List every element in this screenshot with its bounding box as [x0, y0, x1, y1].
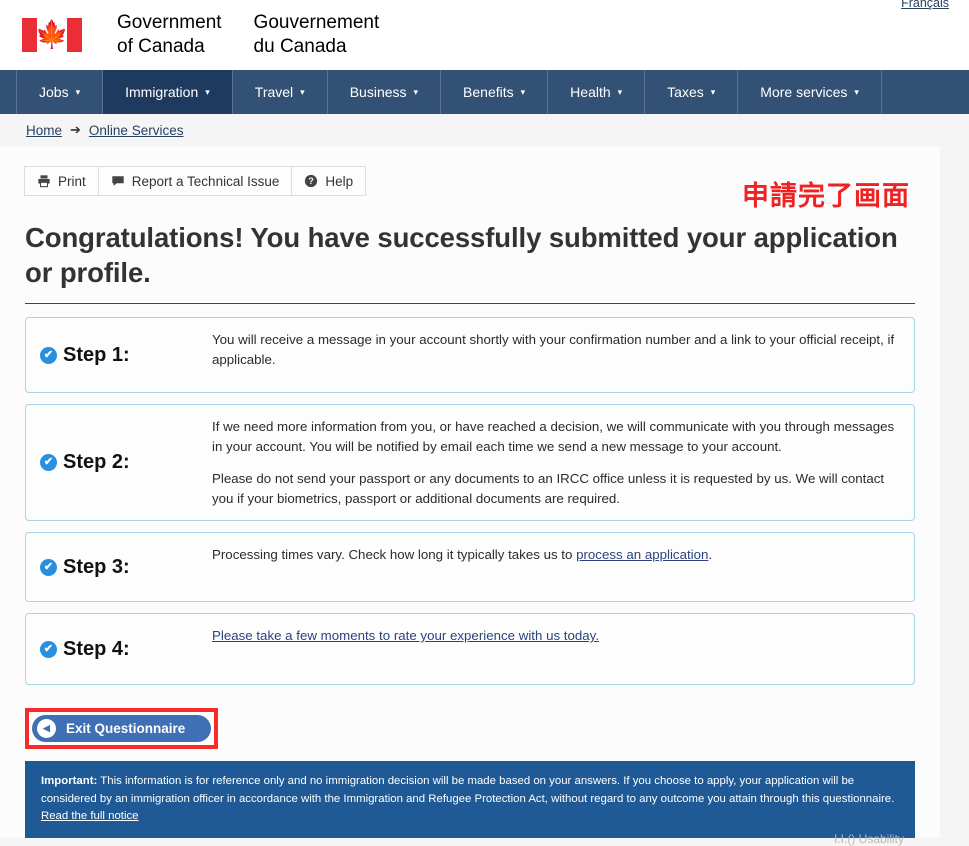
brand-bar: 🍁 Government of Canada Gouvernement du C… [0, 0, 969, 70]
step-body: Processing times vary. Check how long it… [212, 544, 904, 565]
breadcrumb-home-link[interactable]: Home [26, 123, 62, 138]
nav-item-benefits[interactable]: Benefits ▾ [440, 70, 549, 114]
step-paragraph: You will receive a message in your accou… [212, 332, 895, 368]
step-panel: ✔ Step 1: You will receive a message in yo… [25, 317, 915, 394]
nav-item-label: Jobs [39, 84, 69, 100]
step-paragraph: Please do not send your passport or any … [212, 471, 885, 507]
step-label: ✔ Step 1: [40, 344, 212, 367]
check-circle-icon: ✔ [40, 454, 57, 472]
report-technical-issue-button[interactable]: Report a Technical Issue [97, 166, 293, 196]
chevron-down-icon: ▾ [300, 86, 305, 97]
step-label-text: Step 4: [63, 637, 130, 660]
nav-item-business[interactable]: Business ▾ [326, 70, 442, 114]
step-panel: ✔ Step 4: Please take a few moments to rat… [25, 613, 915, 686]
exit-questionnaire-highlight: ◀ Exit Questionnaire [25, 708, 219, 750]
step-label-text: Step 2: [63, 451, 130, 474]
nav-item-label: More services [760, 84, 848, 100]
step-label: ✔ Step 2: [40, 451, 212, 474]
chevron-down-icon: ▾ [205, 86, 210, 97]
printer-icon [37, 174, 51, 188]
check-circle-icon: ✔ [40, 558, 57, 576]
main-navigation: Jobs ▾ Immigration ▾ Travel ▾ Business ▾ Benefit… [0, 70, 969, 114]
print-button[interactable]: Print [24, 166, 99, 196]
canada-flag-icon: 🍁 [22, 18, 82, 52]
nav-item-more-services[interactable]: More services ▾ [737, 70, 882, 114]
chevron-down-icon: ▾ [617, 86, 623, 97]
breadcrumb-arrow-icon: ➔ [70, 122, 81, 137]
step-paragraph: If we need more information from you, or… [212, 419, 895, 455]
nav-item-label: Business [349, 84, 407, 100]
step-panel: ✔ Step 2: If we need more information from… [25, 404, 915, 522]
arrow-left-circle-icon: ◀ [37, 719, 56, 739]
exit-questionnaire-label: Exit Questionnaire [66, 721, 186, 737]
check-circle-icon: ✔ [40, 640, 57, 658]
speech-bubble-icon [111, 174, 125, 188]
process-an-application-link[interactable]: process an application [576, 547, 708, 562]
page-title: Congratulations! You have successfully s… [25, 222, 898, 289]
nav-item-travel[interactable]: Travel ▾ [231, 70, 328, 114]
nav-item-health[interactable]: Health ▾ [547, 70, 646, 114]
check-circle-icon: ✔ [40, 346, 57, 364]
step-paragraph: Please take a few moments to rate your e… [212, 626, 904, 646]
breadcrumb: Home ➔ Online Services [0, 114, 969, 146]
step-label-text: Step 3: [63, 555, 130, 578]
help-button[interactable]: ? Help [291, 166, 367, 196]
rate-your-experience-link[interactable]: Please take a few moments to rate your e… [212, 628, 599, 643]
help-button-label: Help [325, 173, 354, 189]
content-panel: Print Report a Technical Issue ? Help 申請… [0, 146, 940, 846]
wordmark: Government of Canada Gouvernement du Can… [117, 11, 379, 59]
japanese-annotation: 申請完了画面 [742, 181, 910, 212]
step-body: You will receive a message in your accou… [212, 329, 904, 370]
chevron-down-icon: ▾ [710, 86, 716, 97]
steps-list: ✔ Step 1: You will receive a message in yo… [25, 317, 915, 686]
nav-item-taxes[interactable]: Taxes ▾ [644, 70, 739, 114]
step-paragraph: Processing times vary. Check how long it… [212, 545, 904, 565]
svg-text:?: ? [309, 176, 314, 186]
title-divider [25, 303, 915, 305]
notice-body-text: This information is for reference only a… [41, 775, 895, 805]
chevron-down-icon: ▾ [413, 86, 419, 97]
wordmark-english: Government of Canada [117, 12, 222, 57]
nav-item-label: Taxes [667, 84, 704, 100]
exit-questionnaire-button[interactable]: ◀ Exit Questionnaire [32, 715, 212, 743]
nav-item-label: Health [570, 84, 611, 100]
wordmark-french: Gouvernement du Canada [253, 12, 380, 57]
chevron-down-icon: ▾ [854, 86, 859, 97]
step-label-text: Step 1: [63, 343, 130, 366]
report-technical-issue-label: Report a Technical Issue [131, 173, 280, 189]
nav-item-label: Travel [254, 84, 294, 100]
nav-item-jobs[interactable]: Jobs ▾ [16, 70, 104, 114]
print-button-label: Print [58, 173, 86, 189]
chevron-down-icon: ▾ [75, 86, 81, 97]
step-body: Please take a few moments to rate your e… [212, 625, 904, 646]
important-notice-banner: Important: This information is for refer… [25, 761, 915, 839]
step-label: ✔ Step 3: [40, 556, 212, 579]
nav-item-label: Immigration [125, 84, 199, 100]
nav-item-immigration[interactable]: Immigration ▾ [102, 70, 233, 114]
language-toggle-link[interactable]: Français [901, 0, 949, 10]
maple-leaf-icon: 🍁 [35, 19, 69, 50]
step-label: ✔ Step 4: [40, 638, 212, 661]
nav-item-label: Benefits [463, 84, 514, 100]
breadcrumb-current-link[interactable]: Online Services [89, 123, 184, 138]
read-full-notice-link[interactable]: Read the full notice [41, 810, 139, 822]
chevron-down-icon: ▾ [520, 86, 526, 97]
step-panel: ✔ Step 3: Processing times vary. Check how… [25, 532, 915, 603]
question-mark-circle-icon: ? [304, 174, 318, 188]
step-body: If we need more information from you, or… [212, 416, 904, 509]
notice-important-label: Important: [41, 775, 98, 788]
step-text-before-link: Processing times vary. Check how long it… [212, 547, 577, 563]
footer-fragment: I.I.() Usability [833, 832, 904, 846]
step-text-after-link: . [708, 547, 713, 563]
